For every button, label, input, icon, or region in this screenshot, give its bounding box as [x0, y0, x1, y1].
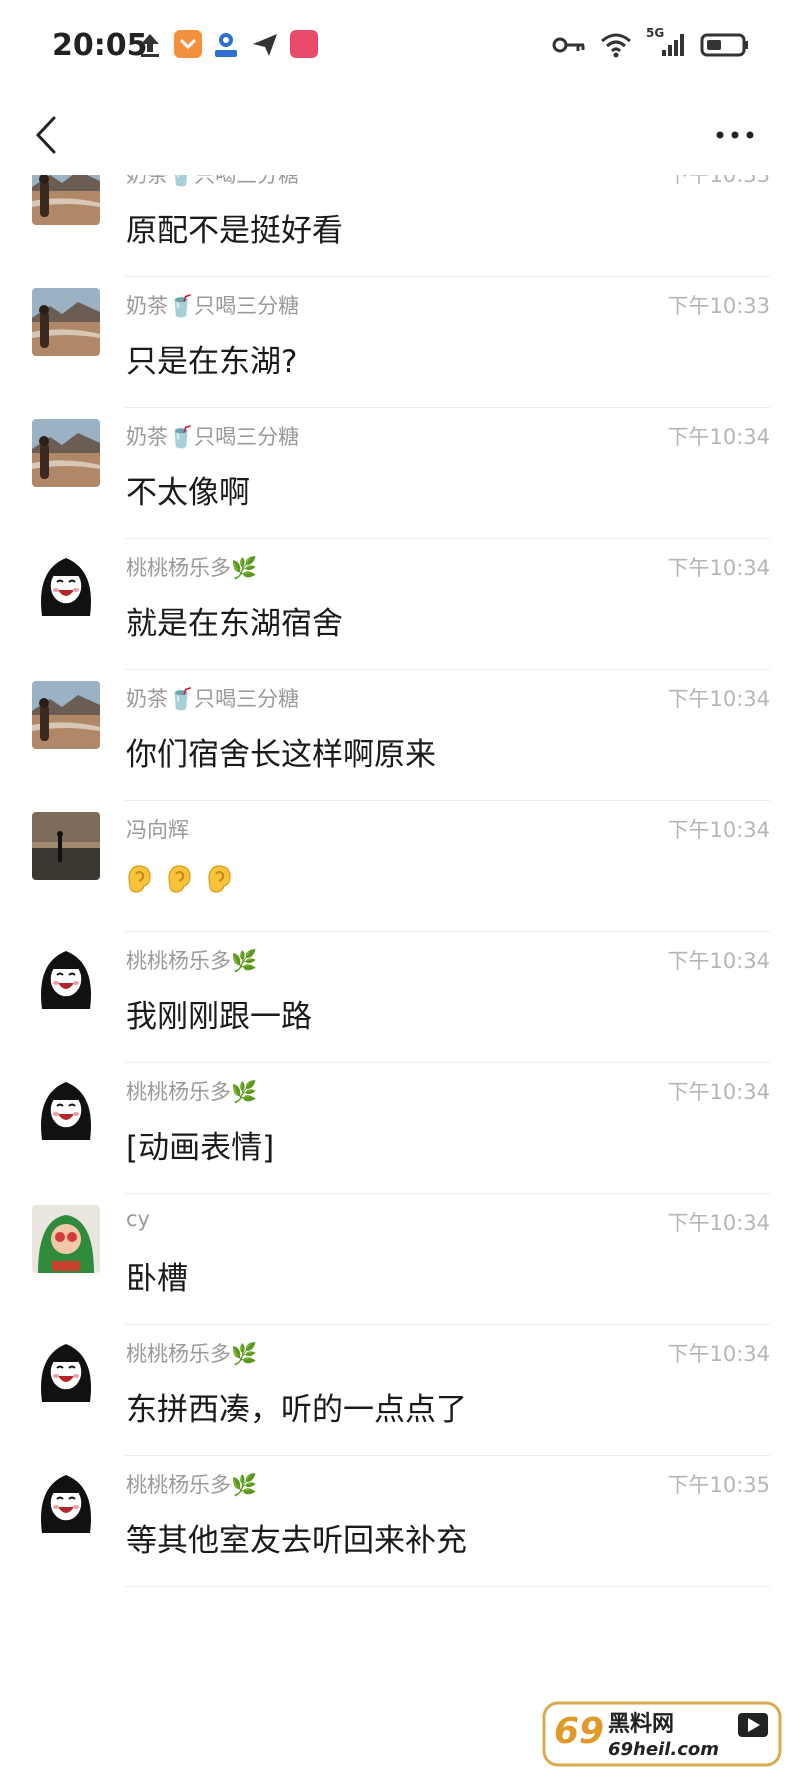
message-text — [126, 864, 232, 902]
message-time: 下午10:35 — [667, 1473, 770, 1497]
sender-name: cy — [126, 1207, 150, 1231]
message-time: 下午10:34 — [667, 949, 770, 973]
avatar[interactable] — [32, 1467, 100, 1535]
ear-icon — [166, 864, 192, 902]
chat-message[interactable]: 冯向辉 下午10:34 — [0, 782, 800, 932]
avatar[interactable] — [32, 681, 100, 749]
key-icon — [552, 37, 585, 53]
avatar[interactable] — [32, 175, 100, 225]
location-app-icon — [215, 33, 237, 57]
message-divider — [125, 1586, 770, 1587]
message-time: 下午10:33 — [667, 175, 770, 187]
sender-name: 奶茶🥤只喝三分糖 — [126, 175, 300, 187]
message-time: 下午10:33 — [667, 294, 770, 318]
chat-message[interactable]: 桃桃杨乐多🌿 下午10:34 [动画表情] — [0, 1044, 800, 1194]
message-text: 不太像啊 — [126, 475, 250, 511]
status-time: 20:05 — [52, 28, 148, 63]
back-button[interactable] — [26, 110, 66, 160]
battery-icon — [700, 33, 748, 57]
chat-message[interactable]: 桃桃杨乐多🌿 下午10:34 东拼西凑，听的一点点了 — [0, 1306, 800, 1456]
sender-name: 奶茶🥤只喝三分糖 — [126, 687, 300, 711]
message-text: 我刚刚跟一路 — [126, 999, 312, 1035]
sender-name: 冯向辉 — [126, 818, 189, 842]
ear-icon — [206, 864, 232, 902]
signal-icon: 5G — [646, 26, 686, 60]
message-time: 下午10:34 — [667, 425, 770, 449]
avatar[interactable] — [32, 1074, 100, 1142]
avatar[interactable] — [32, 943, 100, 1011]
message-time: 下午10:34 — [667, 818, 770, 842]
chat-message[interactable]: 桃桃杨乐多🌿 下午10:35 等其他室友去听回来补充 — [0, 1437, 800, 1587]
sender-name: 奶茶🥤只喝三分糖 — [126, 294, 300, 318]
status-bar: 20:05 5G — [0, 0, 800, 90]
message-time: 下午10:34 — [667, 1342, 770, 1366]
send-icon — [253, 34, 277, 56]
message-text: 你们宿舍长这样啊原来 — [126, 737, 436, 773]
message-text: 等其他室友去听回来补充 — [126, 1523, 467, 1559]
wifi-icon — [601, 33, 631, 58]
chat-message[interactable]: 奶茶🥤只喝三分糖 下午10:34 你们宿舍长这样啊原来 — [0, 651, 800, 801]
ear-icon — [126, 864, 152, 902]
chat-message[interactable]: cy 下午10:34 卧槽 — [0, 1175, 800, 1325]
sender-name: 桃桃杨乐多🌿 — [126, 949, 258, 973]
chat-message[interactable]: 桃桃杨乐多🌿 下午10:34 我刚刚跟一路 — [0, 913, 800, 1063]
avatar[interactable] — [32, 288, 100, 356]
message-text: 东拼西凑，听的一点点了 — [126, 1392, 467, 1428]
svg-text:69: 69 — [554, 1711, 604, 1752]
app-icon — [290, 30, 318, 58]
avatar[interactable] — [32, 550, 100, 618]
message-time: 下午10:34 — [667, 1080, 770, 1104]
message-text: 原配不是挺好看 — [126, 213, 343, 249]
chat-message[interactable]: 桃桃杨乐多🌿 下午10:34 就是在东湖宿舍 — [0, 520, 800, 670]
message-text: 只是在东湖? — [126, 344, 298, 380]
chat-message[interactable]: 奶茶🥤只喝三分糖 下午10:33 只是在东湖? — [0, 258, 800, 408]
status-notification-icons — [136, 30, 318, 60]
message-text: 卧槽 — [126, 1261, 188, 1297]
app-badge-icon — [174, 30, 202, 58]
message-time: 下午10:34 — [667, 1211, 770, 1235]
chat-message-list[interactable]: 奶茶🥤只喝三分糖 下午10:33 原配不是挺好看 奶茶🥤只喝三分糖 下午10:33 只是在… — [0, 175, 800, 1787]
message-text: [动画表情] — [126, 1130, 275, 1166]
svg-text:黑料网: 黑料网 — [608, 1712, 674, 1737]
sender-name: 桃桃杨乐多🌿 — [126, 1473, 258, 1497]
avatar[interactable] — [32, 419, 100, 487]
avatar[interactable] — [32, 1336, 100, 1404]
sender-name: 桃桃杨乐多🌿 — [126, 556, 258, 580]
chat-message[interactable]: 奶茶🥤只喝三分糖 下午10:34 不太像啊 — [0, 389, 800, 539]
avatar[interactable] — [32, 1205, 100, 1273]
svg-text:69heil.com: 69heil.com — [608, 1739, 719, 1760]
upload-icon — [141, 34, 159, 57]
sender-name: 奶茶🥤只喝三分糖 — [126, 425, 300, 449]
message-time: 下午10:34 — [667, 687, 770, 711]
more-options-button[interactable] — [710, 120, 760, 150]
message-time: 下午10:34 — [667, 556, 770, 580]
watermark-logo: 69 黑料网 69heil.com — [542, 1697, 782, 1771]
status-system-icons: 5G — [552, 26, 750, 60]
message-text: 就是在东湖宿舍 — [126, 606, 343, 642]
avatar[interactable] — [32, 812, 100, 880]
sender-name: 桃桃杨乐多🌿 — [126, 1080, 258, 1104]
sender-name: 桃桃杨乐多🌿 — [126, 1342, 258, 1366]
nav-bar — [0, 90, 800, 180]
